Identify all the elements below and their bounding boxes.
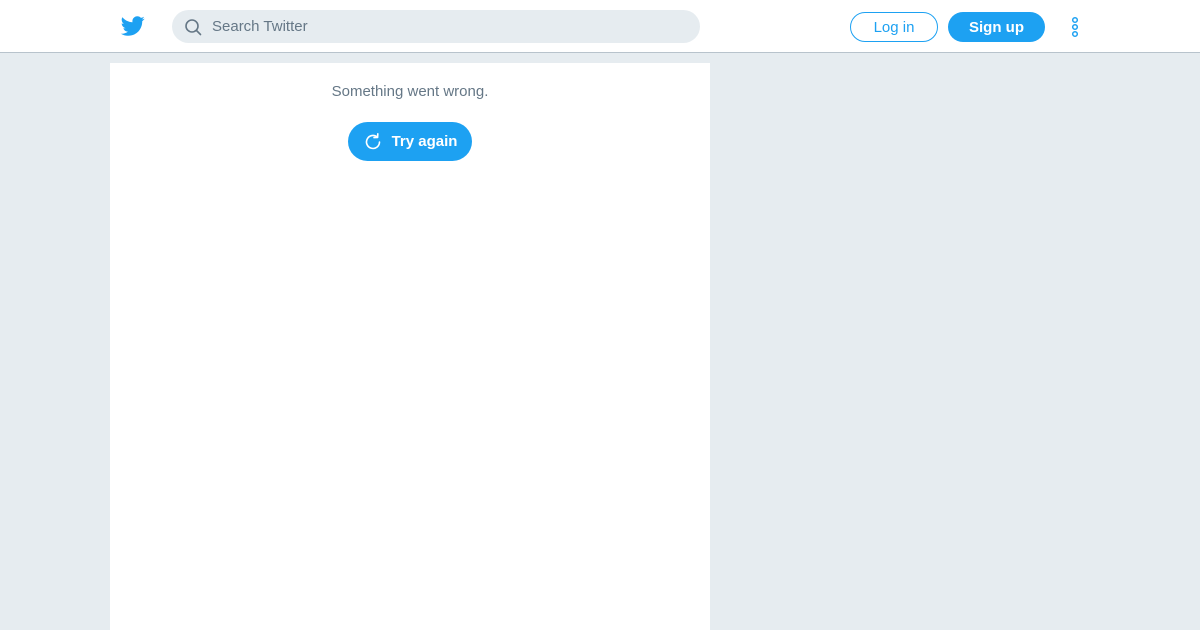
- top-navigation-bar: Log in Sign up: [0, 0, 1200, 53]
- timeline-panel: Something went wrong. Try again: [110, 63, 710, 630]
- twitter-bird-icon[interactable]: [120, 14, 146, 38]
- signup-button-label: Sign up: [969, 18, 1024, 36]
- login-button[interactable]: Log in: [850, 12, 938, 42]
- more-vertical-icon[interactable]: [1066, 14, 1084, 40]
- search-icon: [184, 18, 202, 36]
- login-button-label: Log in: [873, 18, 915, 36]
- try-again-button[interactable]: Try again: [348, 122, 472, 161]
- try-again-label: Try again: [391, 133, 458, 150]
- search-bar: [172, 10, 700, 43]
- error-message: Something went wrong.: [331, 83, 489, 100]
- refresh-icon: [363, 132, 383, 152]
- signup-button[interactable]: Sign up: [948, 12, 1045, 42]
- search-input[interactable]: [212, 10, 682, 43]
